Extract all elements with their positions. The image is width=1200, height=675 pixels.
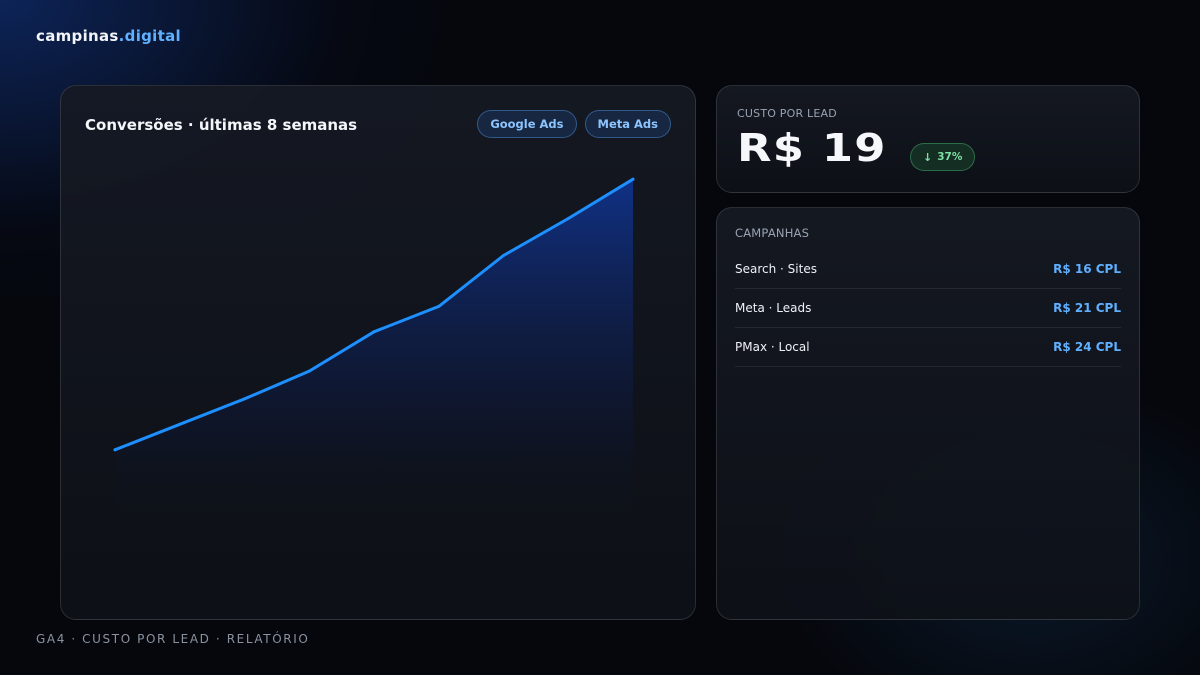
conversions-chart bbox=[113, 177, 635, 516]
brand-logo: campinas.digital bbox=[36, 27, 181, 45]
cpl-label: CUSTO POR LEAD bbox=[737, 107, 837, 120]
cpl-value: R$ 19 bbox=[737, 126, 887, 170]
data-point bbox=[437, 304, 441, 308]
data-point bbox=[566, 217, 570, 220]
cost-per-lead-card: CUSTO POR LEAD R$ 19 ↓ 37% bbox=[716, 85, 1140, 193]
campaign-name: Meta · Leads bbox=[735, 301, 812, 315]
campaign-cpl: R$ 16 CPL bbox=[1053, 262, 1121, 276]
campaign-cpl: R$ 24 CPL bbox=[1053, 340, 1121, 354]
cpl-change-badge: ↓ 37% bbox=[910, 143, 976, 171]
brand-name: campinas bbox=[36, 27, 119, 45]
brand-suffix: .digital bbox=[118, 27, 181, 45]
legend-google-ads[interactable]: Google Ads bbox=[477, 110, 577, 138]
data-point bbox=[307, 369, 311, 373]
legend-meta-ads[interactable]: Meta Ads bbox=[584, 110, 671, 138]
campaigns-list: Search · Sites R$ 16 CPL Meta · Leads R$… bbox=[735, 250, 1121, 367]
series-area bbox=[115, 179, 633, 516]
campaign-name: PMax · Local bbox=[735, 340, 810, 354]
campaign-name: Search · Sites bbox=[735, 262, 817, 276]
data-point bbox=[243, 397, 246, 401]
arrow-down-icon: ↓ bbox=[923, 150, 933, 164]
campaign-row[interactable]: Search · Sites R$ 16 CPL bbox=[735, 250, 1121, 289]
campaign-cpl: R$ 21 CPL bbox=[1053, 301, 1121, 315]
campaign-row[interactable]: Meta · Leads R$ 21 CPL bbox=[735, 289, 1121, 328]
cpl-change-value: 37% bbox=[937, 151, 963, 163]
data-point bbox=[372, 330, 376, 334]
data-point bbox=[178, 422, 182, 426]
conversions-chart-card: Conversões · últimas 8 semanas Google Ad… bbox=[60, 85, 696, 620]
data-point bbox=[631, 177, 635, 181]
footer-caption: GA4 · CUSTO POR LEAD · RELATÓRIO bbox=[36, 632, 310, 646]
campaign-row[interactable]: PMax · Local R$ 24 CPL bbox=[735, 328, 1121, 367]
campaigns-title: CAMPANHAS bbox=[735, 226, 810, 240]
data-point bbox=[502, 254, 505, 257]
campaigns-card: CAMPANHAS Search · Sites R$ 16 CPL Meta … bbox=[716, 207, 1140, 620]
chart-title: Conversões · últimas 8 semanas bbox=[85, 116, 358, 134]
chart-legend: Google Ads Meta Ads bbox=[477, 110, 671, 138]
data-point bbox=[113, 448, 117, 452]
